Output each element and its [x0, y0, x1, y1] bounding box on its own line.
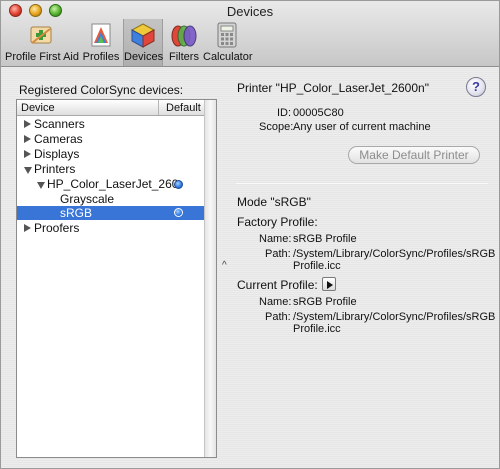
- toolbar-label: Calculator: [203, 51, 253, 63]
- toolbar-label: Profiles: [82, 51, 120, 63]
- list-item-scanners[interactable]: Scanners: [17, 117, 205, 132]
- list-item-hp-printer[interactable]: HP_Color_LaserJet_260: [17, 177, 205, 192]
- default-indicator-icon[interactable]: [174, 180, 183, 189]
- factory-name-label: Name:: [259, 233, 292, 245]
- toolbar-item-calculator[interactable]: Calculator: [203, 19, 253, 66]
- current-path-label: Path:: [265, 311, 291, 323]
- id-label: ID:: [277, 107, 292, 119]
- current-profile-heading: Current Profile:: [237, 278, 318, 292]
- factory-path-value: /System/Library/ColorSync/Profiles/sRGB: [293, 248, 496, 260]
- split-handle-icon[interactable]: ^: [222, 260, 227, 271]
- current-path-value: /System/Library/ColorSync/Profiles/sRGB: [293, 311, 496, 323]
- devices-list-header: Device Default: [17, 100, 205, 116]
- disclosure-triangle-icon[interactable]: [24, 150, 31, 158]
- disclosure-triangle-icon[interactable]: [24, 167, 32, 174]
- window-title: Devices: [226, 4, 274, 19]
- list-item-displays[interactable]: Displays: [17, 147, 205, 162]
- current-name-value: sRGB Profile: [293, 296, 357, 308]
- disclosure-triangle-icon[interactable]: [24, 224, 31, 232]
- list-item-label: sRGB: [60, 206, 93, 220]
- toolbar: Devices Profile First Aid Profiles Devic…: [1, 1, 499, 67]
- calculator-icon: [217, 22, 237, 48]
- devices-list-heading: Registered ColorSync devices:: [19, 83, 184, 97]
- factory-profile-heading: Factory Profile:: [237, 215, 318, 229]
- mode-heading: Mode "sRGB": [237, 195, 311, 209]
- list-item-label: Scanners: [34, 117, 85, 131]
- toolbar-label: Devices: [124, 51, 164, 63]
- list-item-label: HP_Color_LaserJet_260: [47, 177, 179, 191]
- id-value: 00005C80: [293, 107, 344, 119]
- default-indicator-icon[interactable]: [174, 208, 183, 217]
- list-item-grayscale[interactable]: Grayscale: [17, 192, 205, 207]
- disclosure-triangle-icon[interactable]: [37, 182, 45, 189]
- factory-path-value-cont: Profile.icc: [293, 260, 341, 272]
- section-divider: [236, 183, 488, 184]
- disclosure-triangle-icon[interactable]: [24, 135, 31, 143]
- toolbar-label: Profile First Aid: [5, 51, 79, 63]
- factory-path-label: Path:: [265, 248, 291, 260]
- toolbar-item-devices[interactable]: Devices: [123, 19, 163, 66]
- list-item-proofers[interactable]: Proofers: [17, 221, 205, 236]
- current-path-value-cont: Profile.icc: [293, 323, 341, 335]
- current-name-label: Name:: [259, 296, 292, 308]
- toolbar-item-filters[interactable]: Filters: [164, 19, 204, 66]
- profiles-icon: [91, 23, 111, 47]
- filters-icon: [171, 25, 197, 47]
- vertical-scrollbar[interactable]: [204, 100, 216, 457]
- first-aid-icon: [30, 26, 52, 44]
- help-button[interactable]: ?: [466, 77, 486, 97]
- printer-heading: Printer "HP_Color_LaserJet_2600n": [237, 81, 429, 95]
- list-item-srgb[interactable]: sRGB: [17, 206, 205, 220]
- list-item-label: Grayscale: [60, 192, 115, 206]
- list-item-printers[interactable]: Printers: [17, 162, 205, 177]
- disclosure-triangle-icon[interactable]: [24, 120, 31, 128]
- scope-value: Any user of current machine: [293, 121, 431, 133]
- list-item-label: Cameras: [34, 132, 83, 146]
- column-header-device[interactable]: Device: [21, 102, 55, 114]
- devices-window: Devices Profile First Aid Profiles Devic…: [0, 0, 500, 469]
- list-item-label: Displays: [34, 147, 80, 161]
- toolbar-label: Filters: [169, 51, 199, 63]
- make-default-printer-button[interactable]: Make Default Printer: [348, 146, 480, 164]
- column-header-default[interactable]: Default: [158, 100, 205, 115]
- list-item-cameras[interactable]: Cameras: [17, 132, 205, 147]
- factory-name-value: sRGB Profile: [293, 233, 357, 245]
- current-profile-popup-button[interactable]: [322, 277, 336, 291]
- toolbar-item-profile-first-aid[interactable]: Profile First Aid: [5, 19, 79, 66]
- list-item-label: Printers: [34, 162, 76, 176]
- toolbar-item-profiles[interactable]: Profiles: [79, 19, 123, 66]
- list-item-label: Proofers: [34, 221, 80, 235]
- scope-label: Scope:: [259, 121, 294, 133]
- devices-list[interactable]: Device Default Scanners Cameras Displays…: [16, 99, 217, 458]
- devices-icon: [130, 23, 156, 48]
